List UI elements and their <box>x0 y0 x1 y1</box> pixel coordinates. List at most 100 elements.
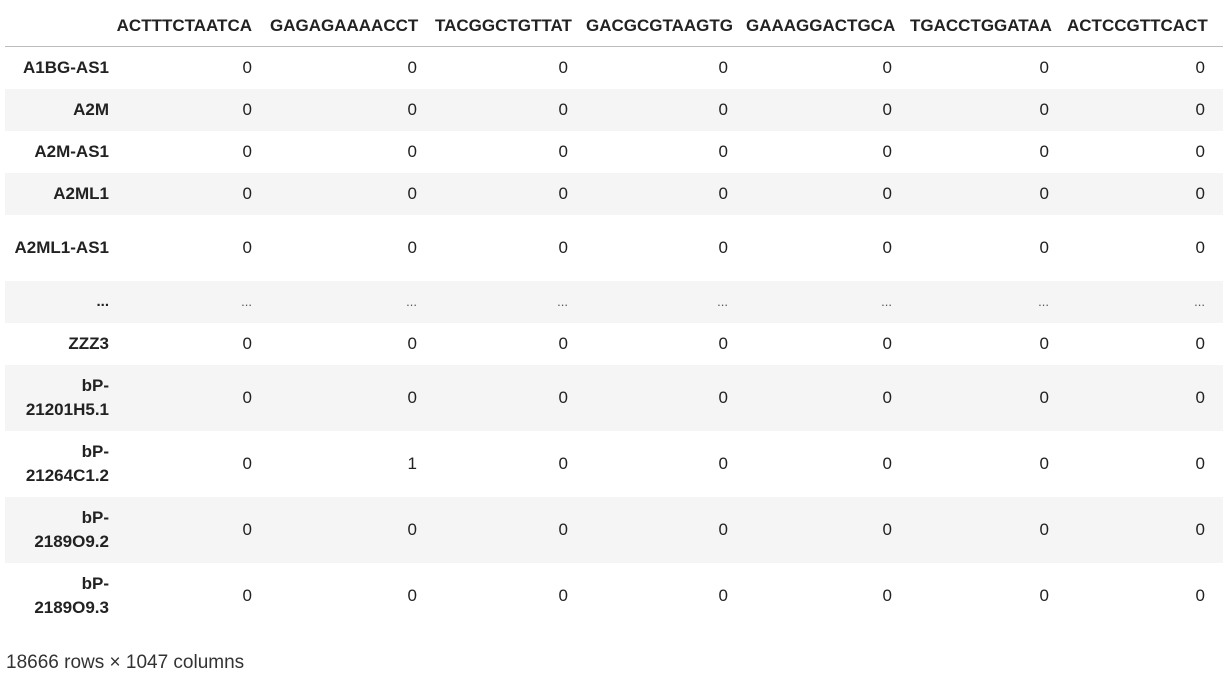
table-row: bP-21201H5.1 0 0 0 0 0 0 0 <box>5 364 1223 431</box>
table-cell: 0 <box>407 183 417 203</box>
table-cell: 0 <box>1039 57 1049 77</box>
table-cell: 0 <box>242 387 252 407</box>
row-index-label: bP-2189O9.3 <box>34 573 109 617</box>
table-cell: 0 <box>882 585 892 605</box>
table-shape-summary: 18666 rows × 1047 columns <box>6 652 245 673</box>
table-row: A2M 0 0 0 0 0 0 0 <box>5 88 1223 131</box>
table-cell: 0 <box>1195 585 1205 605</box>
table-cell: 0 <box>1039 237 1049 257</box>
table-cell: 0 <box>558 183 568 203</box>
table-cell: 0 <box>718 519 728 539</box>
table-row: A2ML1-AS1 0 0 0 0 0 0 0 <box>5 215 1223 281</box>
table-cell: 0 <box>718 387 728 407</box>
table-cell: 0 <box>242 585 252 605</box>
table-cell: 0 <box>882 453 892 473</box>
dataframe-output: ACTTTCTAATCA GAGAGAAAACCT TACGGCTGTTAT G… <box>5 6 1223 629</box>
table-cell: 0 <box>1195 519 1205 539</box>
table-cell: 0 <box>407 333 417 353</box>
table-cell: 0 <box>1195 387 1205 407</box>
table-cell: ... <box>717 294 728 309</box>
dataframe-table: ACTTTCTAATCA GAGAGAAAACCT TACGGCTGTTAT G… <box>5 6 1223 629</box>
row-index-label: ZZZ3 <box>68 333 109 353</box>
table-row: bP-21264C1.2 0 1 0 0 0 0 0 <box>5 431 1223 497</box>
table-cell: 0 <box>1039 453 1049 473</box>
table-cell: 0 <box>718 237 728 257</box>
table-cell: 0 <box>1039 99 1049 119</box>
table-cell: 0 <box>242 333 252 353</box>
table-header: ACTTTCTAATCA GAGAGAAAACCT TACGGCTGTTAT G… <box>5 6 1223 47</box>
table-row: A2ML1 0 0 0 0 0 0 0 <box>5 172 1223 215</box>
table-cell: 0 <box>1195 453 1205 473</box>
row-index-label: A2ML1 <box>53 183 109 203</box>
table-cell: 0 <box>718 585 728 605</box>
column-header: GAAAGGACTGCA <box>746 6 910 47</box>
table-cell: 0 <box>407 57 417 77</box>
table-cell: 0 <box>558 237 568 257</box>
table-cell: 0 <box>242 237 252 257</box>
table-cell: 0 <box>1039 519 1049 539</box>
table-cell: 0 <box>882 519 892 539</box>
table-cell: 0 <box>1039 333 1049 353</box>
column-header: ACTCCGTTCACT <box>1067 6 1223 47</box>
column-header: GACGCGTAAGTG <box>586 6 746 47</box>
table-cell: 0 <box>558 57 568 77</box>
column-header: GAGAGAAAACCT <box>270 6 435 47</box>
row-index-label: A2ML1-AS1 <box>14 237 109 257</box>
table-row: ZZZ3 0 0 0 0 0 0 0 <box>5 323 1223 365</box>
row-index-label: ... <box>96 292 109 310</box>
table-row: bP-2189O9.2 0 0 0 0 0 0 0 <box>5 496 1223 563</box>
table-cell: 0 <box>1039 183 1049 203</box>
table-cell: 0 <box>558 99 568 119</box>
table-cell: 0 <box>1195 333 1205 353</box>
row-index-label: bP-21264C1.2 <box>25 441 109 485</box>
table-cell: 0 <box>242 57 252 77</box>
table-cell: 0 <box>242 141 252 161</box>
row-index-label: A2M-AS1 <box>34 141 109 161</box>
table-cell: 0 <box>558 453 568 473</box>
table-cell: ... <box>241 294 252 309</box>
table-cell: 0 <box>1039 141 1049 161</box>
table-cell: 0 <box>882 141 892 161</box>
table-cell: 0 <box>718 57 728 77</box>
ellipsis-row: ... ... ... ... ... ... ... ... <box>5 280 1223 323</box>
table-cell: 0 <box>1195 141 1205 161</box>
table-cell: 0 <box>558 519 568 539</box>
table-cell: 0 <box>882 387 892 407</box>
table-cell: 0 <box>242 183 252 203</box>
table-cell: 0 <box>1195 57 1205 77</box>
table-cell: ... <box>406 294 417 309</box>
table-cell: 0 <box>882 183 892 203</box>
table-cell: ... <box>557 294 568 309</box>
table-cell: 0 <box>558 141 568 161</box>
table-cell: ... <box>881 294 892 309</box>
table-row: A1BG-AS1 0 0 0 0 0 0 0 <box>5 47 1223 89</box>
table-cell: 0 <box>1195 237 1205 257</box>
table-row: A2M-AS1 0 0 0 0 0 0 0 <box>5 131 1223 173</box>
table-cell: 0 <box>718 453 728 473</box>
table-cell: 0 <box>242 519 252 539</box>
column-header: ACTTTCTAATCA <box>114 6 270 47</box>
table-cell: 0 <box>558 333 568 353</box>
table-cell: 0 <box>1039 585 1049 605</box>
table-cell: 0 <box>1195 183 1205 203</box>
table-cell: 0 <box>1039 387 1049 407</box>
table-cell: 0 <box>718 333 728 353</box>
column-header: TACGGCTGTTAT <box>435 6 586 47</box>
table-cell: 0 <box>242 99 252 119</box>
table-cell: 0 <box>407 585 417 605</box>
table-cell: 0 <box>882 333 892 353</box>
table-cell: 0 <box>242 453 252 473</box>
table-cell: 0 <box>718 99 728 119</box>
table-cell: ... <box>1194 294 1205 309</box>
table-cell: 0 <box>1195 99 1205 119</box>
table-cell: 0 <box>407 519 417 539</box>
row-index-label: bP-21201H5.1 <box>25 375 109 419</box>
column-header: TGACCTGGATAA <box>910 6 1067 47</box>
row-index-label: bP-2189O9.2 <box>34 507 109 551</box>
table-row: bP-2189O9.3 0 0 0 0 0 0 0 <box>5 563 1223 629</box>
table-cell: 0 <box>882 237 892 257</box>
header-row: ACTTTCTAATCA GAGAGAAAACCT TACGGCTGTTAT G… <box>5 6 1223 47</box>
table-body: A1BG-AS1 0 0 0 0 0 0 0 A2M 0 0 0 0 0 0 0… <box>5 47 1223 629</box>
table-cell: 0 <box>407 141 417 161</box>
table-cell: 0 <box>882 57 892 77</box>
